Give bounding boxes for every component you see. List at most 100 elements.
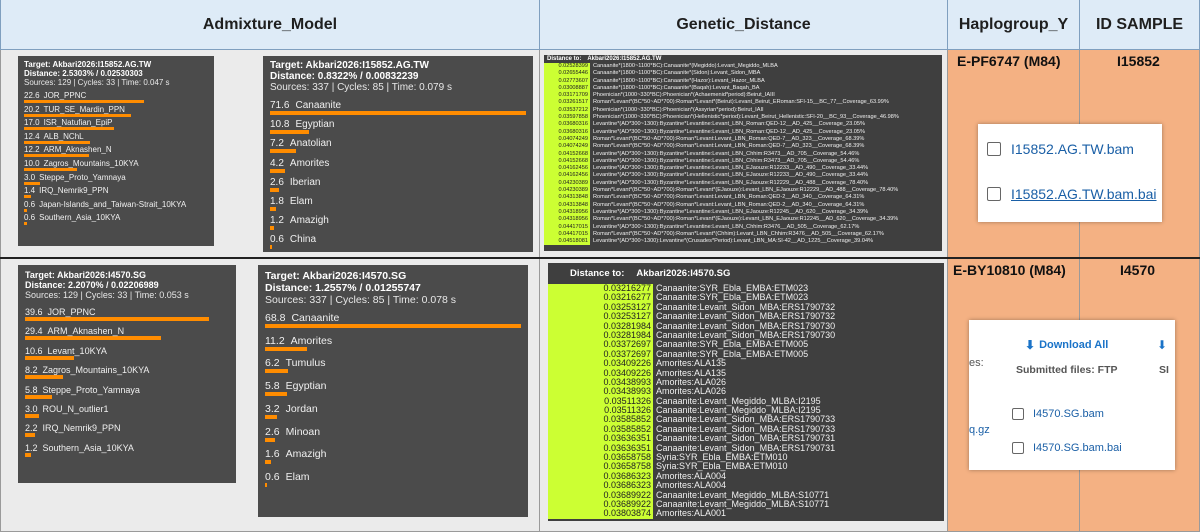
row1-bai-link[interactable]: I15852.AG.TW.bam.bai xyxy=(1011,186,1157,202)
distance-value: 0.04074249 xyxy=(544,135,590,144)
admixture-source: ALB_NChL xyxy=(43,131,84,141)
admixture-value: 0.6 xyxy=(265,470,280,483)
download-icon-secondary[interactable]: ⬇ xyxy=(1157,338,1167,352)
admixture-value: 10.0 xyxy=(24,159,40,168)
row1-file-bam-row[interactable]: I15852.AG.TW.bam xyxy=(987,141,1134,157)
distance-value: 0.04417015 xyxy=(544,230,590,239)
distance-row: 0.03008887 Canaanite*(1800~1100*BC):Canaa… xyxy=(544,84,942,93)
distance-row: 0.02773607 Canaanite*(1800~1100*BC):Canaa… xyxy=(544,77,942,85)
distance-row: 0.03597858 Phoenician*(1000~330*BC):Phoen… xyxy=(544,114,942,122)
admixture-item-label: 12.4 ALB_NChL xyxy=(24,132,208,141)
header-id: ID SAMPLE xyxy=(1080,0,1200,50)
admixture-item-label: 22.6 JOR_PPNC xyxy=(24,91,208,100)
admixture-item: 1.2 Southern_Asia_10KYA xyxy=(25,443,229,457)
admixture-item: 0.6 China xyxy=(270,234,526,250)
header-distance-label: Genetic_Distance xyxy=(676,15,811,33)
admixture-item-label: 4.2 Amorites xyxy=(270,158,526,169)
admixture-value: 5.8 xyxy=(265,380,280,393)
row1-distance-panel: Distance to: Akbari2026:I15852.AG.TW 0.025… xyxy=(544,55,942,251)
admixture-item-label: 0.6 Japan-Islands_and_Taiwan-Strait_10KYA xyxy=(24,200,208,209)
header-haplogroup-label: Haplogroup_Y xyxy=(958,15,1069,33)
admixture-item-label: 8.2 Zagros_Mountains_10KYA xyxy=(25,365,229,375)
row2-file-bam-row[interactable]: I4570.SG.bam xyxy=(1012,408,1104,420)
admixture-source: Tumulus xyxy=(285,357,326,370)
admixture-item-label: 1.8 Elam xyxy=(270,196,526,207)
row1-bam-link[interactable]: I15852.AG.TW.bam xyxy=(1011,141,1134,157)
distance-row: 0.04313848 Roman*Levant*(BC*50~AD*700):Ro… xyxy=(544,194,942,202)
admixture-source: Amorites xyxy=(289,157,330,169)
row2-file-bai-row[interactable]: I4570.SG.bam.bai xyxy=(1012,442,1122,454)
admixture-item-label: 29.4 ARM_Aknashen_N xyxy=(25,326,229,336)
admixture-item-label: 2.2 IRQ_Nemrik9_PPN xyxy=(25,423,229,433)
admixture-bar xyxy=(25,414,39,418)
distance-population: Phoenician*(1000~330*BC):Phoenician*(Hel… xyxy=(593,114,899,121)
admixture-item: 5.8 Egyptian xyxy=(265,380,521,397)
distance-row: 0.04417015 Roman*Levant*(BC*50~AD*700):Ro… xyxy=(544,230,942,239)
distance-value: 0.04313848 xyxy=(544,201,590,209)
admixture-item-label: 1.4 IRQ_Nemrik9_PPN xyxy=(24,186,208,195)
row1-bam-checkbox[interactable] xyxy=(987,142,1001,156)
distance-value: 0.03597858 xyxy=(544,114,590,122)
admixture-source: ISR_Natufian_EpiP xyxy=(43,118,113,128)
admixture-item: 22.6 JOR_PPNC xyxy=(24,91,208,103)
distance-population: Levantine*(AD*300~1300):Byzantine*Levant… xyxy=(593,157,860,164)
admixture-item-label: 17.0 ISR_Natufian_EpiP xyxy=(24,118,208,127)
admixture-item: 6.2 Tumulus xyxy=(265,357,521,374)
admixture-item: 2.6 Minoan xyxy=(265,426,521,442)
admixture-source: Egyptian xyxy=(285,380,327,393)
distance-row: 0.03803874 Amorites:ALA001 xyxy=(548,508,944,519)
admixture-source: Zagros_Mountains_10KYA xyxy=(42,365,150,376)
distance-population: Roman*Levant*(BC*50~AD*700):Roman*Levant… xyxy=(593,143,865,150)
admixture-source: Elam xyxy=(289,196,313,207)
row2-bam-checkbox[interactable] xyxy=(1012,408,1024,420)
panel-meta: Sources: 129 | Cycles: 33 | Time: 0.053 … xyxy=(25,290,189,300)
admixture-source: China xyxy=(289,234,317,246)
admixture-bar xyxy=(265,482,268,487)
admixture-item: 7.2 Anatolian xyxy=(270,138,526,154)
row2-bam-link[interactable]: I4570.SG.bam xyxy=(1033,408,1104,420)
admixture-source: Elam xyxy=(285,470,310,483)
panel-distance: Distance: 0.8322% / 0.00832239 xyxy=(270,71,419,82)
admixture-item: 1.8 Elam xyxy=(270,196,526,211)
admixture-bar xyxy=(24,127,114,131)
row2-download-all-button[interactable]: ⬇ Download All xyxy=(1025,338,1108,352)
distance-row: 0.04152668 Levantine*(AD*300~1300):Byzant… xyxy=(544,150,942,158)
admixture-source: Japan-Islands_and_Taiwan-Strait_10KYA xyxy=(39,199,187,209)
row2-bai-link[interactable]: I4570.SG.bam.bai xyxy=(1033,442,1122,454)
row2-haplogroup: E-BY10810 (M84) xyxy=(953,262,1066,278)
distance-value: 0.03680316 xyxy=(544,121,590,129)
distance-value: 0.03261517 xyxy=(544,99,590,107)
distance-value: 0.04152668 xyxy=(544,150,590,158)
admixture-source: Steppe_Proto_Yamnaya xyxy=(39,172,126,182)
admixture-item: 12.4 ALB_NChL xyxy=(24,132,208,144)
admixture-value: 7.2 xyxy=(270,138,284,150)
admixture-item-label: 3.2 Jordan xyxy=(265,403,521,415)
admixture-item: 4.2 Amorites xyxy=(270,158,526,173)
distance-value: 0.03803874 xyxy=(548,508,653,519)
admixture-item: 1.4 IRQ_Nemrik9_PPN xyxy=(24,186,208,199)
admixture-bar xyxy=(270,226,275,231)
admixture-item: 0.6 Japan-Islands_and_Taiwan-Strait_10KYA xyxy=(24,200,208,212)
panel-meta: Sources: 337 | Cycles: 85 | Time: 0.078 … xyxy=(265,294,457,306)
admixture-source: JOR_PPNC xyxy=(47,307,96,317)
admixture-bar xyxy=(25,336,162,341)
row2-bai-checkbox[interactable] xyxy=(1012,442,1024,454)
admixture-value: 22.6 xyxy=(24,91,40,100)
admixture-item-label: 0.6 Elam xyxy=(265,471,521,483)
row2-side-ext: q.gz xyxy=(969,424,990,436)
distance-population: Levantine*(AD*300~1300):Levantine*(Crusa… xyxy=(593,238,874,245)
admixture-value: 1.8 xyxy=(270,196,284,207)
distance-row: 0.04230389 Roman*Levant*(BC*50~AD*700):Ro… xyxy=(544,187,942,195)
admixture-value: 10.6 xyxy=(25,345,43,356)
distance-value: 0.03008887 xyxy=(544,84,590,93)
admixture-bar xyxy=(265,392,287,397)
admixture-item-label: 10.0 Zagros_Mountains_10KYA xyxy=(24,159,208,168)
distance-row: 0.02655446 Canaanite*(1800~1100*BC):Canaa… xyxy=(544,70,942,78)
distance-population: Canaanite*(1800~1100*BC):Canaanite*(Megi… xyxy=(593,63,778,69)
row2-admixture-panel-b: Target: Akbari2026:I4570.SG Distance: 1.2… xyxy=(258,265,528,517)
row1-file-bai-row[interactable]: I15852.AG.TW.bam.bai xyxy=(987,186,1157,202)
admixture-item-label: 1.6 Amazigh xyxy=(265,448,521,460)
panel-distance: Distance: 2.2070% / 0.02206989 xyxy=(25,280,159,290)
distance-row: 0.04162456 Levantine*(AD*300~1300):Byzant… xyxy=(544,165,942,173)
row1-bai-checkbox[interactable] xyxy=(987,187,1001,201)
